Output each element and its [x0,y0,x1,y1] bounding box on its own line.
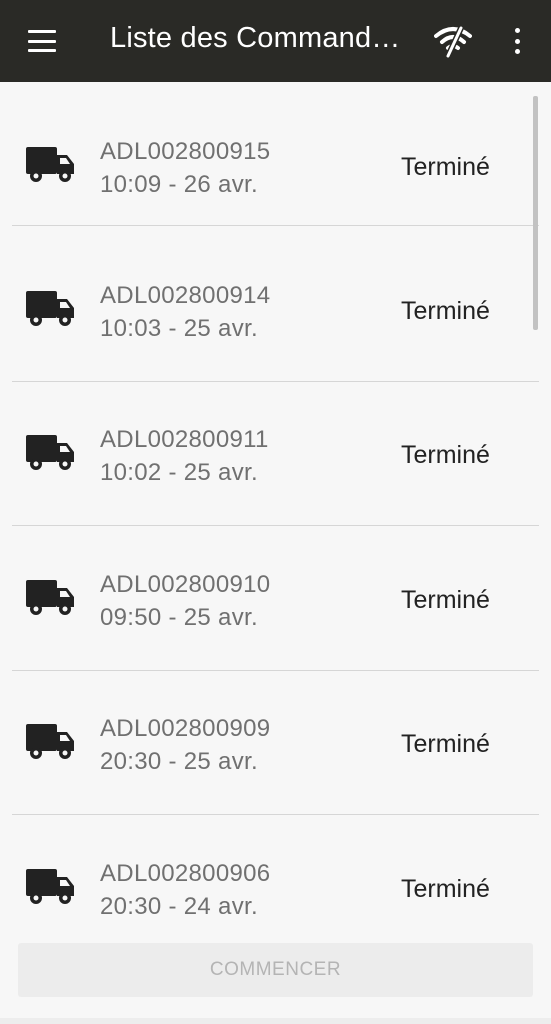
order-status: Terminé [401,441,490,469]
order-time: 20:30 - 24 avr. [100,893,258,920]
order-id: ADL002800911 [100,426,269,453]
scrollbar[interactable] [533,96,538,330]
order-status: Terminé [401,586,490,614]
order-status: Terminé [401,297,490,325]
order-status: Terminé [401,875,490,903]
truck-icon [25,724,75,760]
app-bar: Liste des Command… [0,0,551,82]
divider [12,814,539,815]
more-vertical-icon[interactable] [504,24,530,58]
truck-icon [25,291,75,327]
divider [12,525,539,526]
order-id: ADL002800914 [100,282,271,309]
bottom-edge [0,1018,551,1024]
truck-icon [25,869,75,905]
order-status: Terminé [401,730,490,758]
list-item[interactable]: ADL002800911 10:02 - 25 avr. Terminé [0,382,551,526]
truck-icon [25,435,75,471]
orders-list[interactable]: ADL002800915 10:09 - 26 avr. Terminé ADL… [0,82,551,942]
order-status: Terminé [401,153,490,181]
wifi-off-icon[interactable] [434,24,472,59]
order-time: 10:02 - 25 avr. [100,459,258,486]
order-time: 10:09 - 26 avr. [100,171,258,198]
start-button[interactable]: COMMENCER [18,943,533,997]
truck-icon [25,580,75,616]
truck-icon [25,147,75,183]
order-id: ADL002800910 [100,571,271,598]
order-time: 09:50 - 25 avr. [100,604,258,631]
order-time: 10:03 - 25 avr. [100,315,258,342]
list-item[interactable]: ADL002800914 10:03 - 25 avr. Terminé [0,238,551,382]
page-title: Liste des Command… [110,22,401,54]
order-id: ADL002800909 [100,715,271,742]
order-id: ADL002800906 [100,860,271,887]
order-id: ADL002800915 [100,138,271,165]
list-item[interactable]: ADL002800910 09:50 - 25 avr. Terminé [0,527,551,671]
divider [12,225,539,226]
list-item[interactable]: ADL002800915 10:09 - 26 avr. Terminé [0,82,551,226]
list-item[interactable]: ADL002800909 20:30 - 25 avr. Terminé [0,671,551,815]
list-item[interactable]: ADL002800906 20:30 - 24 avr. Terminé [0,816,551,942]
hamburger-menu-icon[interactable] [22,25,62,57]
order-time: 20:30 - 25 avr. [100,748,258,775]
